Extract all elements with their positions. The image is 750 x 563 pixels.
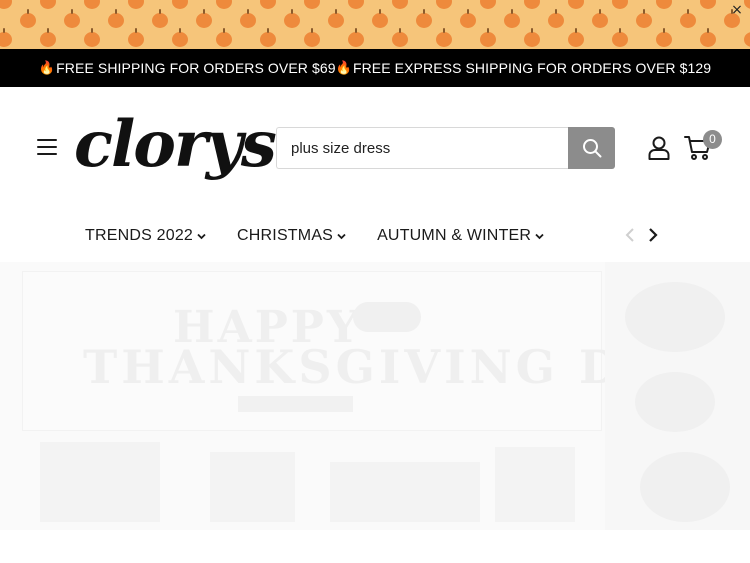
pumpkin-icon bbox=[480, 28, 496, 47]
pumpkin-icon bbox=[524, 28, 540, 47]
pumpkin-icon bbox=[40, 0, 56, 9]
pumpkin-icon bbox=[260, 0, 276, 9]
pumpkin-icon bbox=[284, 9, 300, 28]
pumpkin-icon bbox=[392, 28, 408, 47]
pumpkin-icon bbox=[700, 0, 716, 9]
pumpkin-icon bbox=[680, 9, 696, 28]
hero-product-image bbox=[40, 442, 160, 522]
pumpkin-icon bbox=[260, 28, 276, 47]
pumpkin-icon bbox=[416, 9, 432, 28]
hero-product-image bbox=[210, 452, 295, 522]
pumpkin-icon bbox=[392, 0, 408, 9]
pumpkin-icon bbox=[568, 28, 584, 47]
chevron-down-icon bbox=[197, 233, 206, 239]
user-icon[interactable] bbox=[648, 136, 670, 160]
pumpkin-icon bbox=[172, 0, 188, 9]
chevron-down-icon bbox=[535, 233, 544, 239]
site-header: clorys 0 TRENDS 2022 CHRISTMAS AUTUMN & … bbox=[0, 87, 750, 262]
pumpkin-icon bbox=[372, 9, 388, 28]
pumpkin-icon bbox=[172, 28, 188, 47]
pumpkin-icon bbox=[568, 0, 584, 9]
chevron-down-icon bbox=[337, 233, 346, 239]
pumpkin-icon bbox=[0, 28, 12, 47]
pumpkin-icon bbox=[524, 0, 540, 9]
cart-count-badge: 0 bbox=[703, 130, 722, 149]
pumpkin-icon bbox=[40, 28, 56, 47]
pumpkin-icon bbox=[216, 28, 232, 47]
pumpkin-icon bbox=[84, 0, 100, 9]
nav-item-autumn-winter[interactable]: AUTUMN & WINTER bbox=[377, 227, 544, 245]
pumpkin-icon bbox=[612, 0, 628, 9]
pumpkin-icon bbox=[348, 0, 364, 9]
search-input[interactable] bbox=[276, 127, 568, 169]
nav-item-label: CHRISTMAS bbox=[237, 227, 334, 244]
pumpkin-icon bbox=[504, 9, 520, 28]
pumpkin-icon bbox=[240, 9, 256, 28]
announcement-bar: 🔥 FREE SHIPPING FOR ORDERS OVER $69 🔥 FR… bbox=[0, 49, 750, 87]
pumpkin-icon bbox=[460, 9, 476, 28]
hero-banner[interactable]: HAPPY THANKSGIVING DAY bbox=[0, 262, 750, 530]
pumpkin-icon bbox=[592, 9, 608, 28]
pumpkin-icon bbox=[744, 32, 750, 47]
promo-banner: × bbox=[0, 0, 750, 49]
nav-item-trends-2022[interactable]: TRENDS 2022 bbox=[85, 227, 206, 245]
pumpkin-icon bbox=[216, 0, 232, 9]
pumpkin-icon bbox=[0, 0, 12, 9]
pumpkin-icon bbox=[436, 28, 452, 47]
search-bar bbox=[276, 127, 615, 169]
announcement-text-2: FREE EXPRESS SHIPPING FOR ORDERS OVER $1… bbox=[352, 60, 712, 76]
pumpkin-icon bbox=[612, 28, 628, 47]
search-button[interactable] bbox=[568, 127, 615, 169]
close-icon[interactable]: × bbox=[730, 3, 744, 17]
hero-product-image bbox=[495, 447, 575, 522]
pumpkin-icon bbox=[304, 0, 320, 9]
nav-item-christmas[interactable]: CHRISTMAS bbox=[237, 227, 346, 245]
search-icon bbox=[582, 139, 601, 158]
announcement-text-1: FREE SHIPPING FOR ORDERS OVER $69 bbox=[56, 60, 336, 76]
pumpkin-icon bbox=[348, 28, 364, 47]
pumpkin-icon bbox=[744, 0, 750, 9]
flame-icon: 🔥 bbox=[38, 60, 56, 76]
pumpkin-icon bbox=[656, 0, 672, 9]
hero-card: HAPPY THANKSGIVING DAY bbox=[22, 271, 693, 431]
pumpkin-icon bbox=[328, 9, 344, 28]
pumpkin-icon bbox=[700, 28, 716, 47]
pumpkin-icon bbox=[108, 9, 124, 28]
hero-side-image bbox=[605, 262, 750, 530]
nav-item-label: AUTUMN & WINTER bbox=[377, 227, 532, 244]
site-logo[interactable]: clorys bbox=[74, 99, 277, 191]
hero-product-image bbox=[330, 462, 480, 522]
pumpkin-icon bbox=[128, 0, 144, 9]
pumpkin-icon bbox=[20, 9, 36, 28]
pumpkin-icon bbox=[436, 0, 452, 9]
pumpkin-icon bbox=[152, 9, 168, 28]
pumpkin-icon bbox=[480, 0, 496, 9]
logo-text: clorys bbox=[74, 107, 277, 182]
pumpkin-icon bbox=[84, 28, 100, 47]
nav-item-label: TRENDS 2022 bbox=[85, 227, 194, 244]
hero-cta-bar bbox=[238, 396, 353, 412]
menu-icon[interactable] bbox=[37, 139, 57, 155]
pumpkin-icon bbox=[636, 9, 652, 28]
hero-badge bbox=[353, 302, 421, 332]
pumpkin-icon bbox=[548, 9, 564, 28]
page-spacer bbox=[0, 530, 750, 563]
pumpkin-icon bbox=[656, 28, 672, 47]
flame-icon: 🔥 bbox=[335, 60, 352, 76]
chevron-right-icon[interactable] bbox=[647, 226, 659, 244]
pumpkin-icon bbox=[304, 28, 320, 47]
pumpkin-icon bbox=[196, 9, 212, 28]
chevron-left-icon[interactable] bbox=[624, 226, 636, 244]
pumpkin-icon bbox=[64, 9, 80, 28]
pumpkin-icon bbox=[128, 28, 144, 47]
main-nav: TRENDS 2022 CHRISTMAS AUTUMN & WINTER bbox=[85, 225, 575, 247]
